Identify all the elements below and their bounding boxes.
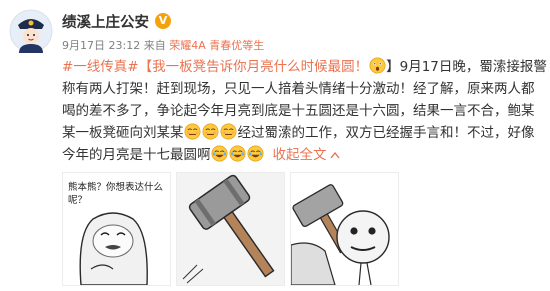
title-close-bracket: 】 (386, 59, 400, 75)
awkward-face-icon (202, 123, 219, 140)
title-link[interactable]: 【我一板凳告诉你月亮什么时候最圆！ (139, 59, 369, 75)
laughing-tears-icon (247, 145, 264, 162)
post-time[interactable]: 9月17日 23:12 (62, 39, 140, 52)
laughing-tears-icon (229, 145, 246, 162)
post-image-3[interactable] (290, 172, 399, 286)
content-line-1: #一线传真#【我一板凳告诉你月亮什么时候最圆！ 】9月17日晚，蜀溹接报警 (62, 56, 547, 78)
content-text-4b: 经过蜀溹的工作，双方已经握手言和！不过，好像 (237, 125, 535, 141)
post-image-2[interactable] (176, 172, 285, 286)
collapse-full-text-link[interactable]: 收起全文 (273, 147, 327, 163)
post-image-1[interactable]: 熊本熊？你想表达什么 呢？ (62, 172, 171, 286)
post-content: #一线传真#【我一板凳告诉你月亮什么时候最圆！ 】9月17日晚，蜀溹接报警 称有两… (62, 56, 547, 166)
meme-face-image (290, 184, 390, 286)
post-header: 绩溪上庄公安 V 9月17日 23:12 来自 荣耀4A 青春优等生 (62, 10, 264, 53)
author-name[interactable]: 绩溪上庄公安 (62, 11, 149, 32)
content-text-4a: 某一板凳砸向刘某某 (62, 125, 184, 141)
post-meta: 9月17日 23:12 来自 荣耀4A 青春优等生 (62, 37, 264, 53)
topic-link[interactable]: #一线传真# (62, 59, 139, 75)
content-line-4: 某一板凳砸向刘某某 经过蜀溹的工作，双方已经握手言和！不过，好像 (62, 122, 540, 144)
author-row: 绩溪上庄公安 V (62, 10, 264, 32)
source-prefix: 来自 (143, 39, 166, 52)
avatar[interactable] (9, 9, 53, 53)
verified-v-icon: V (155, 13, 171, 29)
content-line-5: 今年的月亮是十七最圆啊 收起全文 (62, 144, 540, 166)
content-text-5: 今年的月亮是十七最圆啊 (62, 147, 211, 163)
meme-face-image: 熊本熊？你想表达什么 呢？ (68, 181, 163, 286)
chevron-up-icon[interactable] (329, 151, 340, 159)
content-line-3: 喝的差不多了，争论起今年月亮到底是十五圆还是十六圆，结果一言不合，鲍某 (62, 103, 535, 119)
hammer-meme-image (177, 173, 284, 285)
laughing-tears-icon (211, 145, 228, 162)
awkward-face-icon (184, 123, 201, 140)
post-device[interactable]: 荣耀4A 青春优等生 (169, 39, 264, 52)
awkward-face-icon (220, 123, 237, 140)
image-caption-1: 熊本熊？你想表达什么 (68, 181, 163, 193)
content-text-1: 9月17日晚，蜀溹接报警 (399, 59, 547, 75)
image-caption-2: 呢？ (68, 195, 87, 206)
shocked-face-icon (369, 57, 386, 74)
content-line-2: 称有两人打架！赶到现场，只见一人揞着头情绪十分激动！经了解，原来两人都 (62, 81, 535, 97)
